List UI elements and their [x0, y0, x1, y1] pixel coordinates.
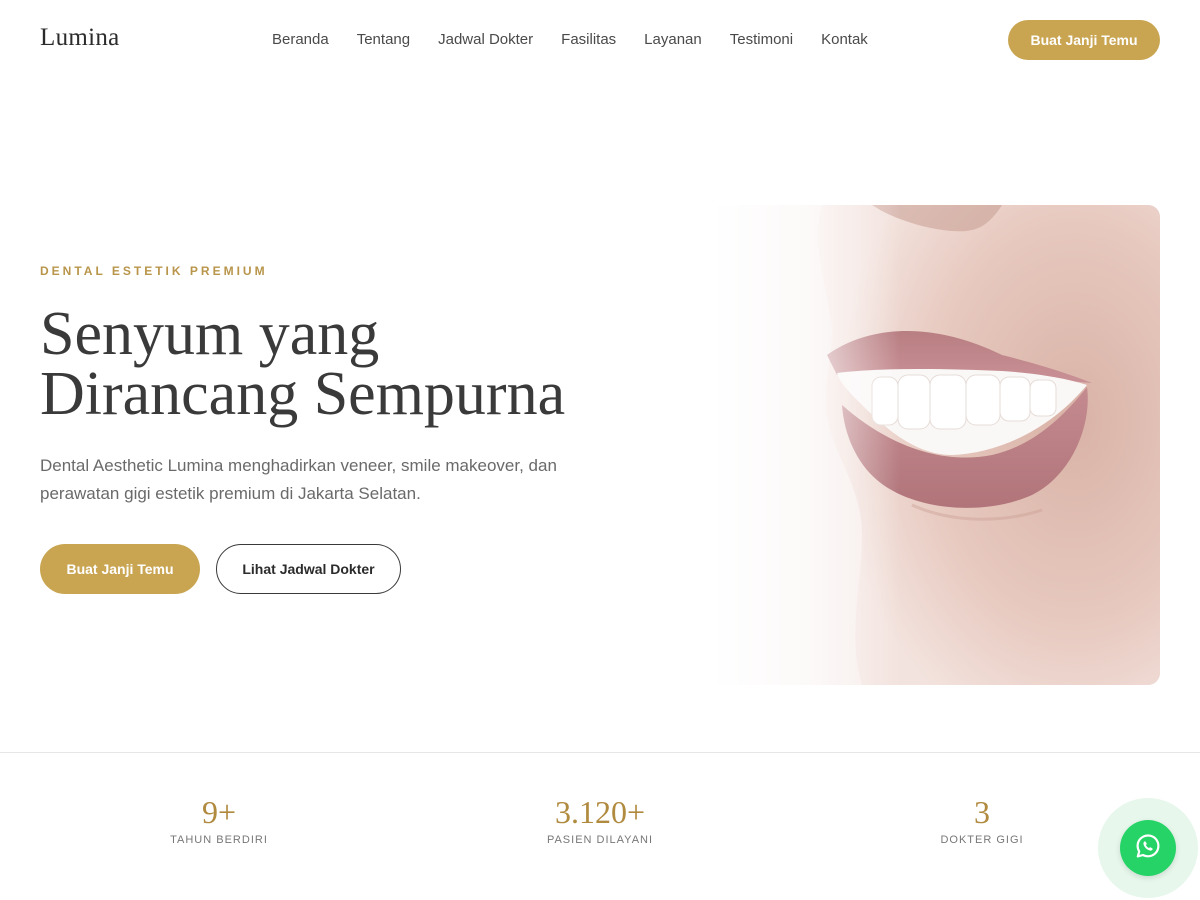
nav-item-tentang[interactable]: Tentang — [357, 30, 410, 50]
hero-description: Dental Aesthetic Lumina menghadirkan ven… — [40, 456, 557, 503]
smile-portrait-image — [712, 205, 1160, 685]
stat-label: PASIEN DILAYANI — [546, 834, 654, 846]
nav-item-testimoni[interactable]: Testimoni — [730, 30, 793, 50]
stat-value: 3.120+ — [554, 794, 646, 830]
header-appointment-button[interactable]: Buat Janji Temu — [1008, 20, 1160, 60]
book-appointment-button[interactable]: Buat Janji Temu — [40, 544, 200, 594]
stat-dentists: 3 DOKTER GIGI — [852, 792, 1112, 846]
stat-patients: 3.120+ PASIEN DILAYANI — [470, 792, 730, 846]
hero-headline-line1: Senyum yang — [40, 300, 380, 368]
stat-label: TAHUN BERDIRI — [170, 834, 268, 846]
hero-eyebrow: DENTAL ESTETIK PREMIUM — [40, 264, 268, 278]
stat-label: DOKTER GIGI — [940, 834, 1024, 846]
view-doctor-schedule-button[interactable]: Lihat Jadwal Dokter — [216, 544, 401, 594]
stat-value: 9+ — [201, 794, 237, 830]
whatsapp-button[interactable] — [1120, 820, 1176, 876]
nav-item-jadwal-dokter[interactable]: Jadwal Dokter — [438, 30, 533, 50]
whatsapp-icon — [1135, 833, 1161, 864]
hero-headline: Senyum yang Dirancang Sempurna — [40, 300, 640, 428]
nav-item-layanan[interactable]: Layanan — [644, 30, 702, 50]
nav-item-beranda[interactable]: Beranda — [272, 30, 329, 50]
stat-value: 3 — [974, 794, 990, 830]
nav-item-kontak[interactable]: Kontak — [821, 30, 868, 50]
main-nav: Beranda Tentang Jadwal Dokter Fasilitas … — [272, 30, 868, 50]
logo[interactable]: Lumina — [40, 24, 120, 52]
hero-headline-line2: Dirancang Sempurna — [40, 360, 566, 428]
nav-item-fasilitas[interactable]: Fasilitas — [561, 30, 616, 50]
stat-years: 9+ TAHUN BERDIRI — [89, 792, 349, 846]
section-divider — [0, 752, 1200, 753]
